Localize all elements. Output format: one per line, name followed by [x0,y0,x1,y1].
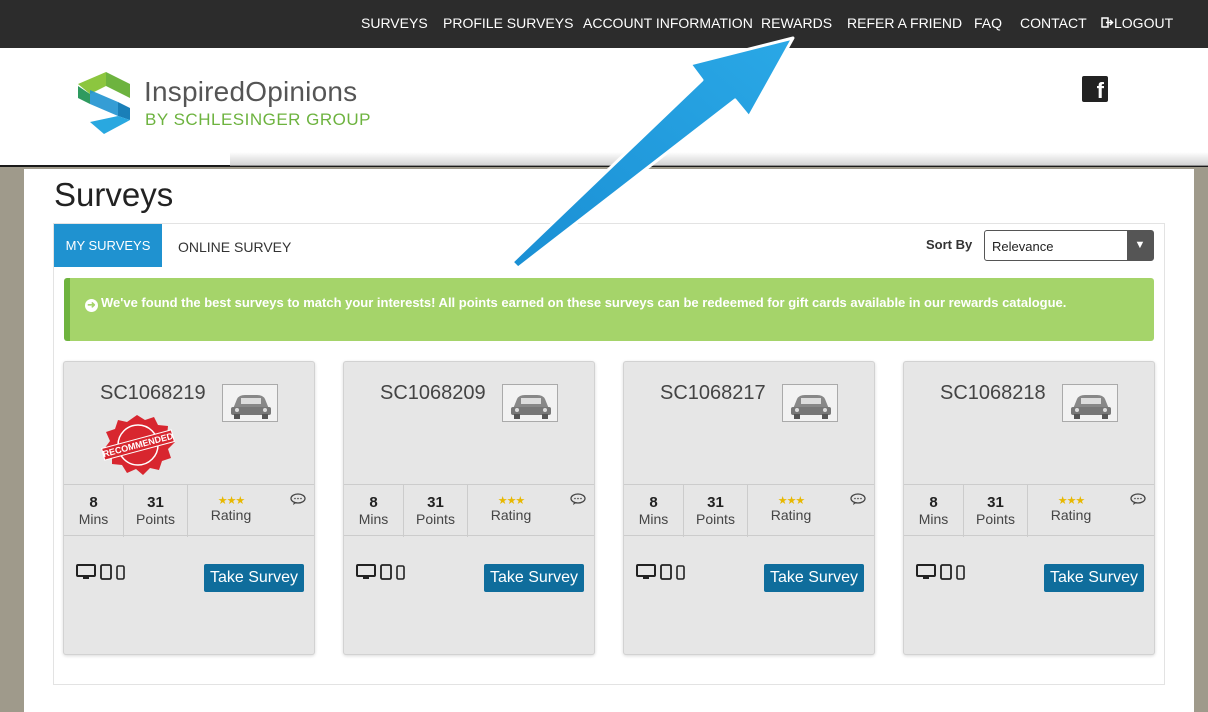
take-survey-button[interactable]: Take Survey [484,564,584,592]
info-alert: ➜ We've found the best surveys to match y… [64,278,1154,341]
survey-code: SC1068218 [940,382,1046,404]
survey-card: SC1068217 8 Mins 31 Points ★★★ Rating Ta… [623,361,875,655]
nav-refer-a-friend[interactable]: REFER A FRIEND [847,15,962,31]
device-icons [636,564,685,580]
rating-label: Rating [770,507,812,523]
survey-stats: 8 Mins 31 Points ★★★ Rating [624,484,874,537]
comment-icon[interactable] [570,493,586,505]
site-header: InspiredOpinions BY SCHLESINGER GROUP f [0,48,1208,167]
nav-logout[interactable]: LOGOUT [1114,15,1173,31]
comment-icon[interactable] [1130,493,1146,505]
rating-stars: ★★★ [217,495,246,507]
chevron-down-icon[interactable]: ▼ [1127,231,1153,260]
header-shadow [230,152,1208,166]
points-value: 31 [987,494,1004,511]
rating-stars: ★★★ [497,495,526,507]
points-label: Points [696,511,735,527]
tab-my-surveys[interactable]: MY SURVEYS [54,224,162,267]
brand-name: InspiredOpinions [144,76,358,107]
brand-tagline: BY SCHLESINGER GROUP [145,110,372,129]
survey-code: SC1068209 [380,382,486,404]
comment-icon[interactable] [290,493,306,505]
nav-contact[interactable]: CONTACT [1020,15,1087,31]
nav-account-information[interactable]: ACCOUNT INFORMATION [583,15,753,31]
points-label: Points [416,511,455,527]
points-value: 31 [147,494,164,511]
rating-label: Rating [1050,507,1092,523]
sort-label: Sort By [926,237,973,252]
facebook-icon[interactable]: f [1082,76,1108,103]
mins-value: 8 [369,494,378,511]
take-survey-button[interactable]: Take Survey [204,564,304,592]
device-icons [916,564,965,580]
take-survey-button[interactable]: Take Survey [1044,564,1144,592]
car-icon [782,384,838,422]
rating-stars: ★★★ [1057,495,1086,507]
points-value: 31 [707,494,724,511]
nav-faq[interactable]: FAQ [974,15,1002,31]
device-icons [76,564,125,580]
survey-code: SC1068217 [660,382,766,404]
top-nav: SURVEYS PROFILE SURVEYS ACCOUNT INFORMAT… [0,0,1208,48]
survey-stats: 8 Mins 31 Points ★★★ Rating [904,484,1154,537]
take-survey-button[interactable]: Take Survey [764,564,864,592]
mins-label: Mins [638,511,669,527]
nav-surveys[interactable]: SURVEYS [361,15,428,31]
points-value: 31 [427,494,444,511]
survey-code: SC1068219 [100,382,206,404]
mins-label: Mins [918,511,949,527]
sort-select[interactable]: Relevance ▼ [984,230,1154,261]
alert-message: We've found the best surveys to match yo… [101,295,1067,310]
rating-stars: ★★★ [777,495,806,507]
car-icon [222,384,278,422]
tab-online-survey[interactable]: ONLINE SURVEY [178,239,291,255]
survey-card: SC1068219 RECOMMENDED 8 Mins 31 Points ★… [63,361,315,655]
rating-label: Rating [210,507,252,523]
nav-rewards[interactable]: REWARDS [761,15,832,31]
mins-label: Mins [78,511,109,527]
sort-value: Relevance [992,239,1054,254]
logo-icon[interactable] [76,72,132,134]
survey-stats: 8 Mins 31 Points ★★★ Rating [344,484,594,537]
survey-card: SC1068209 8 Mins 31 Points ★★★ Rating Ta… [343,361,595,655]
points-label: Points [136,511,175,527]
arrow-circle-right-icon: ➜ [85,299,98,312]
points-label: Points [976,511,1015,527]
device-icons [356,564,405,580]
survey-card: SC1068218 8 Mins 31 Points ★★★ Rating Ta… [903,361,1155,655]
surveys-panel: MY SURVEYS ONLINE SURVEY Sort By Relevan… [53,223,1165,685]
survey-stats: 8 Mins 31 Points ★★★ Rating [64,484,314,537]
mins-value: 8 [89,494,98,511]
mins-label: Mins [358,511,389,527]
car-icon [1062,384,1118,422]
car-icon [502,384,558,422]
page-title: Surveys [54,176,174,213]
main-content: Surveys MY SURVEYS ONLINE SURVEY Sort By… [24,169,1194,712]
recommended-badge: RECOMMENDED [101,415,175,475]
logout-icon[interactable] [1101,16,1114,34]
nav-profile-surveys[interactable]: PROFILE SURVEYS [443,15,573,31]
comment-icon[interactable] [850,493,866,505]
rating-label: Rating [490,507,532,523]
mins-value: 8 [929,494,938,511]
mins-value: 8 [649,494,658,511]
